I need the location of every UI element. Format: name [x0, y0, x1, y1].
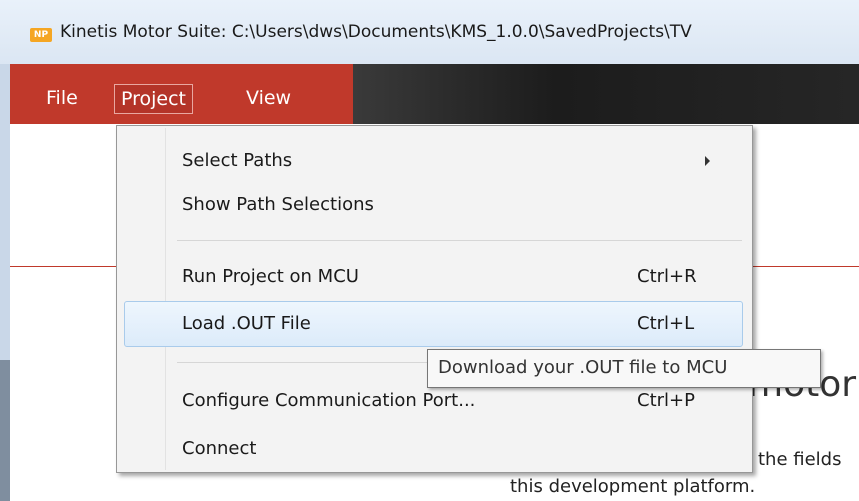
tooltip: Download your .OUT file to MCU	[427, 349, 821, 388]
background-text-line-2: this development platform.	[510, 476, 756, 497]
menu-item-label: Show Path Selections	[182, 194, 374, 215]
menu-file[interactable]: File	[40, 84, 84, 112]
menu-item-load-out-file[interactable]: Load .OUT File Ctrl+L	[117, 303, 752, 343]
project-menu-dropdown: Select Paths Show Path Selections Run Pr…	[116, 125, 753, 473]
menu-item-shortcut: Ctrl+P	[637, 390, 695, 411]
submenu-arrow-icon	[705, 156, 710, 166]
menu-item-label: Connect	[182, 438, 257, 459]
menu-separator	[177, 240, 742, 241]
menu-item-select-paths[interactable]: Select Paths	[117, 140, 752, 180]
menu-view[interactable]: View	[240, 84, 297, 112]
app-logo-icon: NP	[30, 28, 52, 42]
background-text-line-1: the fields	[758, 449, 842, 470]
menu-item-label: Load .OUT File	[182, 313, 311, 334]
menu-item-shortcut: Ctrl+R	[637, 266, 697, 287]
window-left-border-lower	[0, 360, 10, 501]
menu-project[interactable]: Project	[114, 84, 194, 114]
tooltip-text: Download your .OUT file to MCU	[438, 357, 728, 378]
menu-item-label: Select Paths	[182, 150, 293, 171]
menu-item-connect[interactable]: Connect	[117, 428, 752, 468]
window-title: Kinetis Motor Suite: C:\Users\dws\Docume…	[60, 22, 692, 42]
menu-item-show-path-selections[interactable]: Show Path Selections	[117, 184, 752, 224]
menu-item-run-project[interactable]: Run Project on MCU Ctrl+R	[117, 256, 752, 296]
menu-bar-dark-section	[353, 64, 859, 124]
menu-item-shortcut: Ctrl+L	[637, 313, 695, 334]
menu-item-label: Run Project on MCU	[182, 266, 359, 287]
title-bar: NP Kinetis Motor Suite: C:\Users\dws\Doc…	[0, 0, 859, 65]
menu-item-label: Configure Communication Port...	[182, 390, 476, 411]
